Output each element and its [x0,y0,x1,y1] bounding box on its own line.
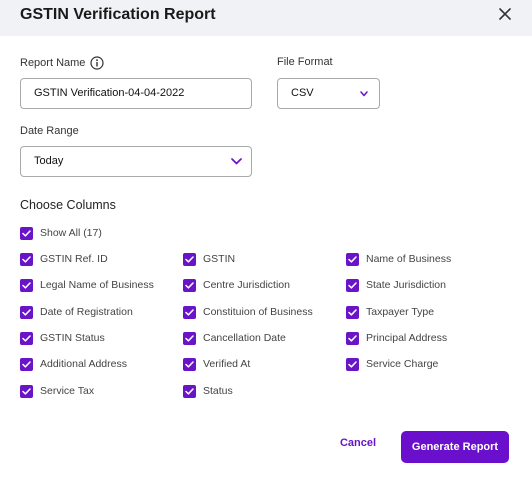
check-icon [20,278,33,292]
checkbox-label: Taxpayer Type [366,306,435,318]
checkbox-column[interactable]: Cancellation Date [183,330,286,346]
checkbox-column[interactable]: Principal Address [346,330,447,346]
checkbox-label: State Jurisdiction [366,279,446,291]
check-icon [346,252,359,266]
checkbox-column[interactable]: Constituion of Business [183,304,313,320]
checkbox-label: GSTIN Ref. ID [40,253,108,265]
choose-columns-title: Choose Columns [20,198,116,212]
close-icon[interactable] [497,6,513,22]
check-icon [20,384,33,398]
cancel-button[interactable]: Cancel [334,437,382,455]
check-icon [20,252,33,266]
checkbox-column[interactable]: Service Tax [20,383,94,399]
file-format-label: File Format [277,56,333,68]
check-icon [346,305,359,319]
chevron-down-icon [231,158,242,165]
checkbox-column[interactable]: Date of Registration [20,304,133,320]
checkbox-column[interactable]: Taxpayer Type [346,304,434,320]
check-icon [183,305,196,319]
checkbox-label: Status [203,385,233,397]
checkbox-column[interactable]: Verified At [183,356,250,372]
dialog-header: GSTIN Verification Report [0,0,532,36]
checkbox-column[interactable]: Additional Address [20,356,127,372]
checkbox-label: Verified At [203,358,251,370]
dialog-title: GSTIN Verification Report [20,6,216,23]
date-range-label: Date Range [20,125,79,137]
chevron-down-icon [360,91,368,97]
date-range-value: Today [34,155,64,167]
checkbox-label: Principal Address [366,332,448,344]
checkbox-column[interactable]: Service Charge [346,356,438,372]
checkbox-label: Centre Jurisdiction [203,279,290,291]
report-name-label: Report Name [20,57,86,69]
date-range-select[interactable]: Today [20,146,252,177]
checkbox-label: Constituion of Business [203,306,313,318]
checkbox-label: Service Tax [40,385,95,397]
checkbox-column[interactable]: State Jurisdiction [346,277,446,293]
checkbox-label: GSTIN Status [40,332,105,344]
checkbox-label: Show All (17) [40,227,102,239]
report-name-input[interactable]: GSTIN Verification-04-04-2022 [20,78,252,109]
checkbox-label: Cancellation Date [203,332,286,344]
check-icon [20,357,33,371]
checkbox-column[interactable]: Centre Jurisdiction [183,277,290,293]
check-icon [346,357,359,371]
check-icon [346,278,359,292]
checkbox-column[interactable]: Legal Name of Business [20,277,154,293]
checkbox-label: Additional Address [40,358,127,370]
checkbox-column[interactable]: GSTIN Ref. ID [20,251,108,267]
info-icon[interactable] [90,56,104,70]
check-icon [183,331,196,345]
checkbox-show-all[interactable]: Show All (17) [20,225,102,241]
checkbox-label: Legal Name of Business [40,279,154,291]
check-icon [346,331,359,345]
checkbox-label: GSTIN [203,253,236,265]
check-icon [20,305,33,319]
checkbox-label: Name of Business [366,253,452,265]
checkbox-label: Date of Registration [40,306,133,318]
check-icon [183,252,196,266]
checkbox-column[interactable]: Status [183,383,233,399]
check-icon [183,384,196,398]
checkbox-column[interactable]: GSTIN [183,251,235,267]
check-icon [183,278,196,292]
checkbox-label: Service Charge [366,358,439,370]
checkbox-column[interactable]: Name of Business [346,251,451,267]
checkbox-column[interactable]: GSTIN Status [20,330,105,346]
check-icon [183,357,196,371]
check-icon [20,226,33,240]
check-icon [20,331,33,345]
file-format-select[interactable]: CSV [277,78,380,109]
generate-report-button[interactable]: Generate Report [401,431,509,463]
file-format-value: CSV [291,87,314,99]
